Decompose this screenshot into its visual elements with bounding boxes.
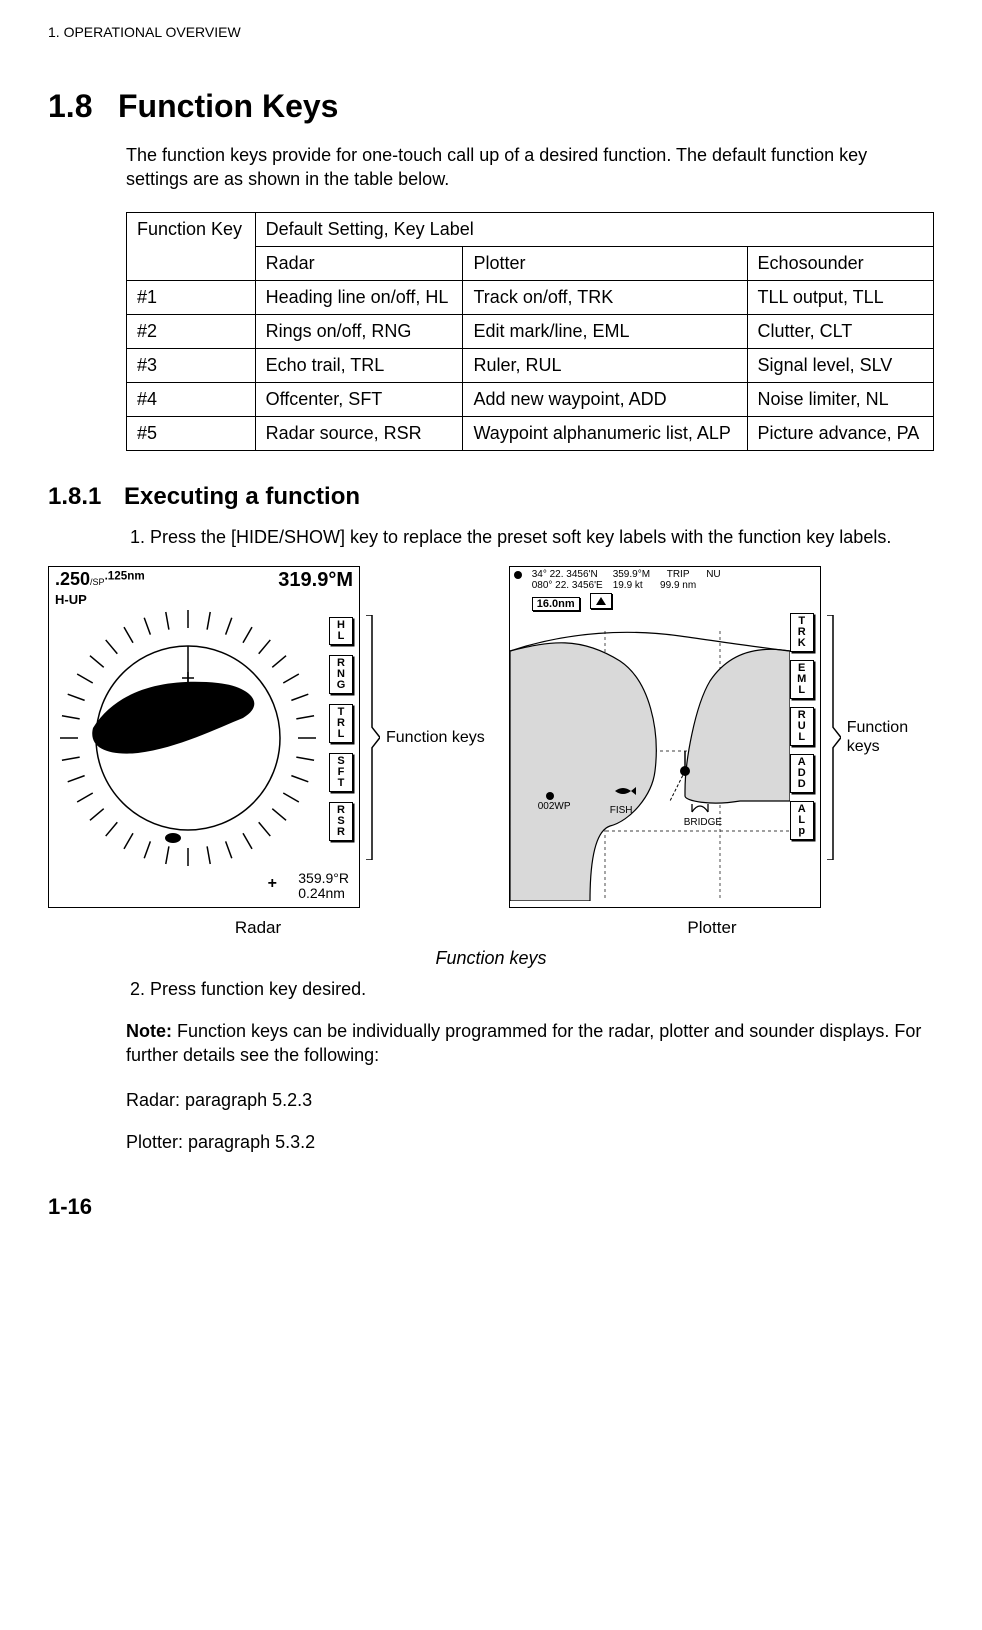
plotter-position: 34° 22. 3456'N 080° 22. 3456'E — [532, 569, 603, 591]
section-title: 1.8Function Keys — [48, 88, 934, 125]
radar-cursor-readout: 359.9°R 0.24nm — [298, 871, 349, 902]
steps-list-cont: Press function key desired. — [126, 977, 934, 1001]
table-row: #2 Rings on/off, RNG Edit mark/line, EML… — [127, 314, 934, 348]
radar-softkeys: HL RNG TRL SFT RSR — [329, 617, 353, 841]
plotter-caption: Plotter — [492, 918, 932, 938]
col-header-key: Function Key — [127, 212, 256, 280]
softkey-rng[interactable]: RNG — [329, 655, 353, 694]
figure-caption: Function keys — [48, 948, 934, 969]
subhead-radar: Radar — [255, 246, 463, 280]
col-header-setting: Default Setting, Key Label — [255, 212, 933, 246]
bridge-label: BRIDGE — [684, 817, 722, 828]
table-row: #4 Offcenter, SFT Add new waypoint, ADD … — [127, 382, 934, 416]
table-row: #1 Heading line on/off, HL Track on/off,… — [127, 280, 934, 314]
note-paragraph: Note: Function keys can be individually … — [126, 1019, 934, 1068]
softkey-hl[interactable]: HL — [329, 617, 353, 645]
softkey-eml[interactable]: EML — [790, 660, 814, 699]
step-1: Press the [HIDE/SHOW] key to replace the… — [150, 525, 934, 549]
figure-row: .250/SP.125nm 319.9°M H-UP — [48, 565, 934, 910]
cursor-cross-icon: + — [268, 875, 277, 893]
plotter-brg-spd: 359.9°M 19.9 kt — [613, 569, 650, 591]
page-header: 1. OPERATIONAL OVERVIEW — [48, 24, 934, 40]
plotter-trip: TRIP 99.9 nm — [660, 569, 696, 591]
radar-range: .250/SP.125nm — [55, 569, 145, 592]
fish-label: FISH — [610, 805, 633, 816]
page-number: 1-16 — [48, 1194, 934, 1220]
radar-figure: .250/SP.125nm 319.9°M H-UP — [48, 566, 360, 908]
subsection-name: Executing a function — [124, 483, 360, 510]
ref-plotter: Plotter: paragraph 5.3.2 — [126, 1130, 934, 1154]
table-row: #5 Radar source, RSR Waypoint alphanumer… — [127, 416, 934, 450]
subhead-plotter: Plotter — [463, 246, 747, 280]
softkey-trk[interactable]: TRK — [790, 613, 814, 652]
wp-002-label: 002WP — [538, 801, 571, 812]
table-row: Function Key Default Setting, Key Label — [127, 212, 934, 246]
plotter-map-icon — [510, 601, 790, 901]
steps-list: Press the [HIDE/SHOW] key to replace the… — [126, 525, 934, 549]
softkey-rul[interactable]: RUL — [790, 707, 814, 746]
intro-paragraph: The function keys provide for one-touch … — [126, 143, 934, 192]
step-2: Press function key desired. — [150, 977, 934, 1001]
table-row: #3 Echo trail, TRL Ruler, RUL Signal lev… — [127, 348, 934, 382]
function-keys-label: Function keys — [386, 728, 485, 747]
softkey-alp[interactable]: ALp — [790, 801, 814, 840]
softkey-sft[interactable]: SFT — [329, 753, 353, 792]
section-number: 1.8 — [48, 88, 118, 125]
radar-heading: 319.9°M — [278, 569, 353, 592]
softkey-add[interactable]: ADD — [790, 754, 814, 793]
bracket-icon — [827, 615, 841, 860]
radar-scope-icon — [53, 593, 323, 893]
softkey-trl[interactable]: TRL — [329, 704, 353, 743]
subhead-echo: Echosounder — [747, 246, 933, 280]
plotter-softkeys: TRK EML RUL ADD ALp — [790, 613, 814, 840]
plotter-nu: NU — [706, 569, 720, 580]
function-key-table: Function Key Default Setting, Key Label … — [126, 212, 934, 451]
bracket-icon — [366, 615, 380, 860]
subsection-number: 1.8.1 — [48, 483, 124, 511]
softkey-rsr[interactable]: RSR — [329, 802, 353, 841]
function-keys-label: Function keys — [847, 718, 908, 756]
ship-dot-icon — [514, 571, 522, 579]
radar-caption: Radar — [48, 918, 468, 938]
subsection-title: 1.8.1Executing a function — [48, 483, 934, 511]
ref-radar: Radar: paragraph 5.2.3 — [126, 1088, 934, 1112]
section-name: Function Keys — [118, 88, 338, 124]
plotter-figure: 34° 22. 3456'N 080° 22. 3456'E 359.9°M 1… — [509, 566, 821, 908]
